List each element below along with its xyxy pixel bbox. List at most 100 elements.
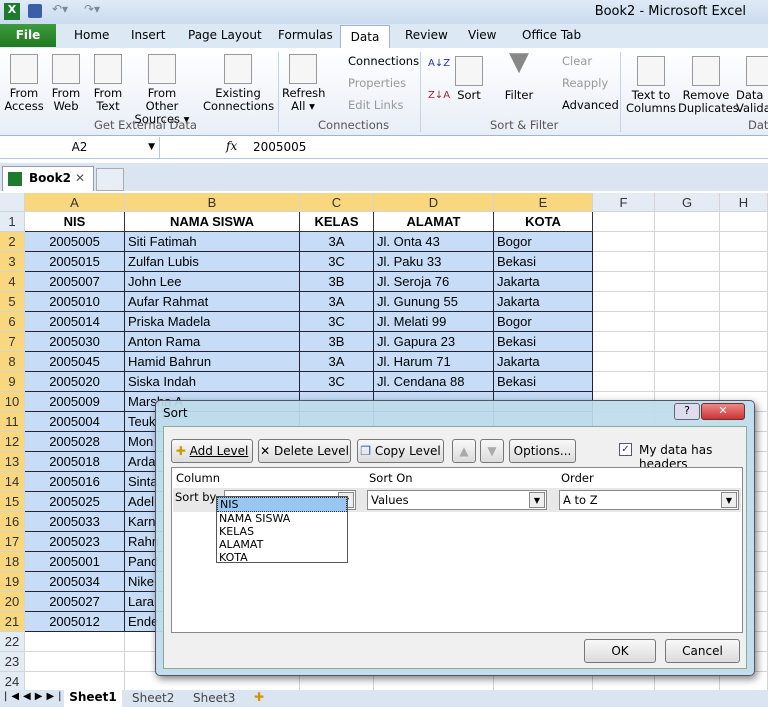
row-header[interactable]: 13: [0, 452, 25, 472]
from-web-button[interactable]: From Web: [48, 54, 84, 113]
row-header[interactable]: 8: [0, 352, 25, 372]
row-header[interactable]: 6: [0, 312, 25, 332]
select-all-corner[interactable]: [0, 193, 25, 212]
tab-view[interactable]: View: [468, 28, 496, 42]
fx-icon[interactable]: fx: [226, 139, 237, 153]
sheet-tab-sheet1[interactable]: Sheet1: [64, 690, 122, 707]
cell[interactable]: 3C: [300, 312, 374, 332]
tab-review[interactable]: Review: [405, 28, 448, 42]
move-up-button[interactable]: ▲: [452, 439, 476, 463]
sheet-tab-sheet3[interactable]: Sheet3: [193, 691, 235, 705]
copy-level-button[interactable]: ❐ Copy Level: [357, 439, 444, 463]
cell[interactable]: Jl. Onta 43: [374, 232, 494, 252]
cell[interactable]: 3B: [300, 272, 374, 292]
row-header[interactable]: 9: [0, 372, 25, 392]
cell[interactable]: [655, 292, 720, 312]
cell[interactable]: 2005009: [25, 392, 125, 412]
cell[interactable]: Jakarta: [494, 272, 593, 292]
cell[interactable]: [655, 352, 720, 372]
cell[interactable]: ALAMAT: [374, 212, 494, 232]
clear-button[interactable]: Clear: [546, 54, 592, 68]
sort-a-z-icon[interactable]: A↓Z: [428, 58, 450, 69]
row-header[interactable]: 16: [0, 512, 25, 532]
cell[interactable]: 3C: [300, 252, 374, 272]
cancel-button[interactable]: Cancel: [665, 639, 740, 663]
cell[interactable]: 2005012: [25, 612, 125, 632]
reapply-button[interactable]: Reapply: [546, 76, 608, 90]
option-alamat[interactable]: ALAMAT: [217, 538, 347, 551]
cell[interactable]: Hamid Bahrun: [125, 352, 300, 372]
cell[interactable]: [720, 252, 768, 272]
tab-formulas[interactable]: Formulas: [278, 28, 333, 42]
cell[interactable]: 2005045: [25, 352, 125, 372]
column-header-a[interactable]: A: [25, 193, 125, 212]
sort-z-a-icon[interactable]: Z↓A: [428, 90, 450, 101]
sheet-tab-sheet2[interactable]: Sheet2: [132, 691, 174, 705]
cell[interactable]: Jl. Melati 99: [374, 312, 494, 332]
cell[interactable]: [720, 272, 768, 292]
row-header[interactable]: 14: [0, 472, 25, 492]
row-header[interactable]: 4: [0, 272, 25, 292]
row-header[interactable]: 1: [0, 212, 25, 232]
close-icon[interactable]: ✕: [75, 171, 85, 185]
cell[interactable]: [655, 372, 720, 392]
connections-button[interactable]: Connections: [330, 54, 419, 68]
headers-checkbox[interactable]: ✓: [619, 443, 632, 456]
cell[interactable]: [655, 252, 720, 272]
cell[interactable]: 2005004: [25, 412, 125, 432]
cell[interactable]: [25, 652, 125, 672]
cell[interactable]: [593, 312, 655, 332]
cell[interactable]: 2005010: [25, 292, 125, 312]
existing-connections-button[interactable]: Existing Connections: [203, 54, 274, 113]
tab-insert[interactable]: Insert: [131, 28, 165, 42]
column-header-b[interactable]: B: [125, 193, 300, 212]
close-button[interactable]: ✕: [701, 403, 745, 420]
cell[interactable]: Bekasi: [494, 252, 593, 272]
cell[interactable]: [720, 352, 768, 372]
column-header-e[interactable]: E: [494, 193, 593, 212]
formula-input[interactable]: 2005005: [253, 140, 306, 154]
chevron-down-icon[interactable]: ▼: [529, 492, 545, 508]
cell[interactable]: [25, 632, 125, 652]
properties-button[interactable]: Properties: [330, 76, 406, 90]
row-header[interactable]: 20: [0, 592, 25, 612]
cell[interactable]: [720, 232, 768, 252]
cell[interactable]: 2005016: [25, 472, 125, 492]
cell[interactable]: [25, 672, 125, 692]
row-header[interactable]: 24: [0, 672, 25, 692]
tab-home[interactable]: Home: [74, 28, 109, 42]
cell[interactable]: [655, 332, 720, 352]
move-down-button[interactable]: ▼: [480, 439, 504, 463]
cell[interactable]: [593, 272, 655, 292]
row-header[interactable]: 21: [0, 612, 25, 632]
row-header[interactable]: 18: [0, 552, 25, 572]
row-header[interactable]: 12: [0, 432, 25, 452]
sort-button[interactable]: Sort: [452, 56, 486, 102]
cell[interactable]: NAMA SISWA: [125, 212, 300, 232]
row-header[interactable]: 5: [0, 292, 25, 312]
cell[interactable]: [593, 252, 655, 272]
cell[interactable]: [593, 352, 655, 372]
cell[interactable]: Aufar Rahmat: [125, 292, 300, 312]
cell[interactable]: 2005030: [25, 332, 125, 352]
save-icon[interactable]: [28, 4, 42, 18]
tab-file[interactable]: File: [0, 24, 56, 47]
name-box[interactable]: A2 ▼: [0, 137, 160, 158]
row-header[interactable]: 11: [0, 412, 25, 432]
cell[interactable]: [720, 212, 768, 232]
cell[interactable]: Jl. Cendana 88: [374, 372, 494, 392]
cell[interactable]: Bogor: [494, 232, 593, 252]
column-header-g[interactable]: G: [655, 193, 720, 212]
options-button[interactable]: Options...: [509, 439, 576, 463]
cell[interactable]: Jl. Harum 71: [374, 352, 494, 372]
cell[interactable]: [720, 332, 768, 352]
workbook-tab-book2[interactable]: Book2 ✕: [2, 166, 94, 191]
order-select[interactable]: A to Z ▼: [559, 490, 739, 510]
cell[interactable]: 3A: [300, 292, 374, 312]
help-button[interactable]: ?: [674, 403, 700, 420]
from-access-button[interactable]: From Access: [4, 54, 44, 113]
cell[interactable]: Jl. Seroja 76: [374, 272, 494, 292]
cell[interactable]: NIS: [25, 212, 125, 232]
data-validation-button[interactable]: Data Validation: [736, 56, 768, 115]
undo-icon[interactable]: ↶▾: [52, 2, 68, 16]
